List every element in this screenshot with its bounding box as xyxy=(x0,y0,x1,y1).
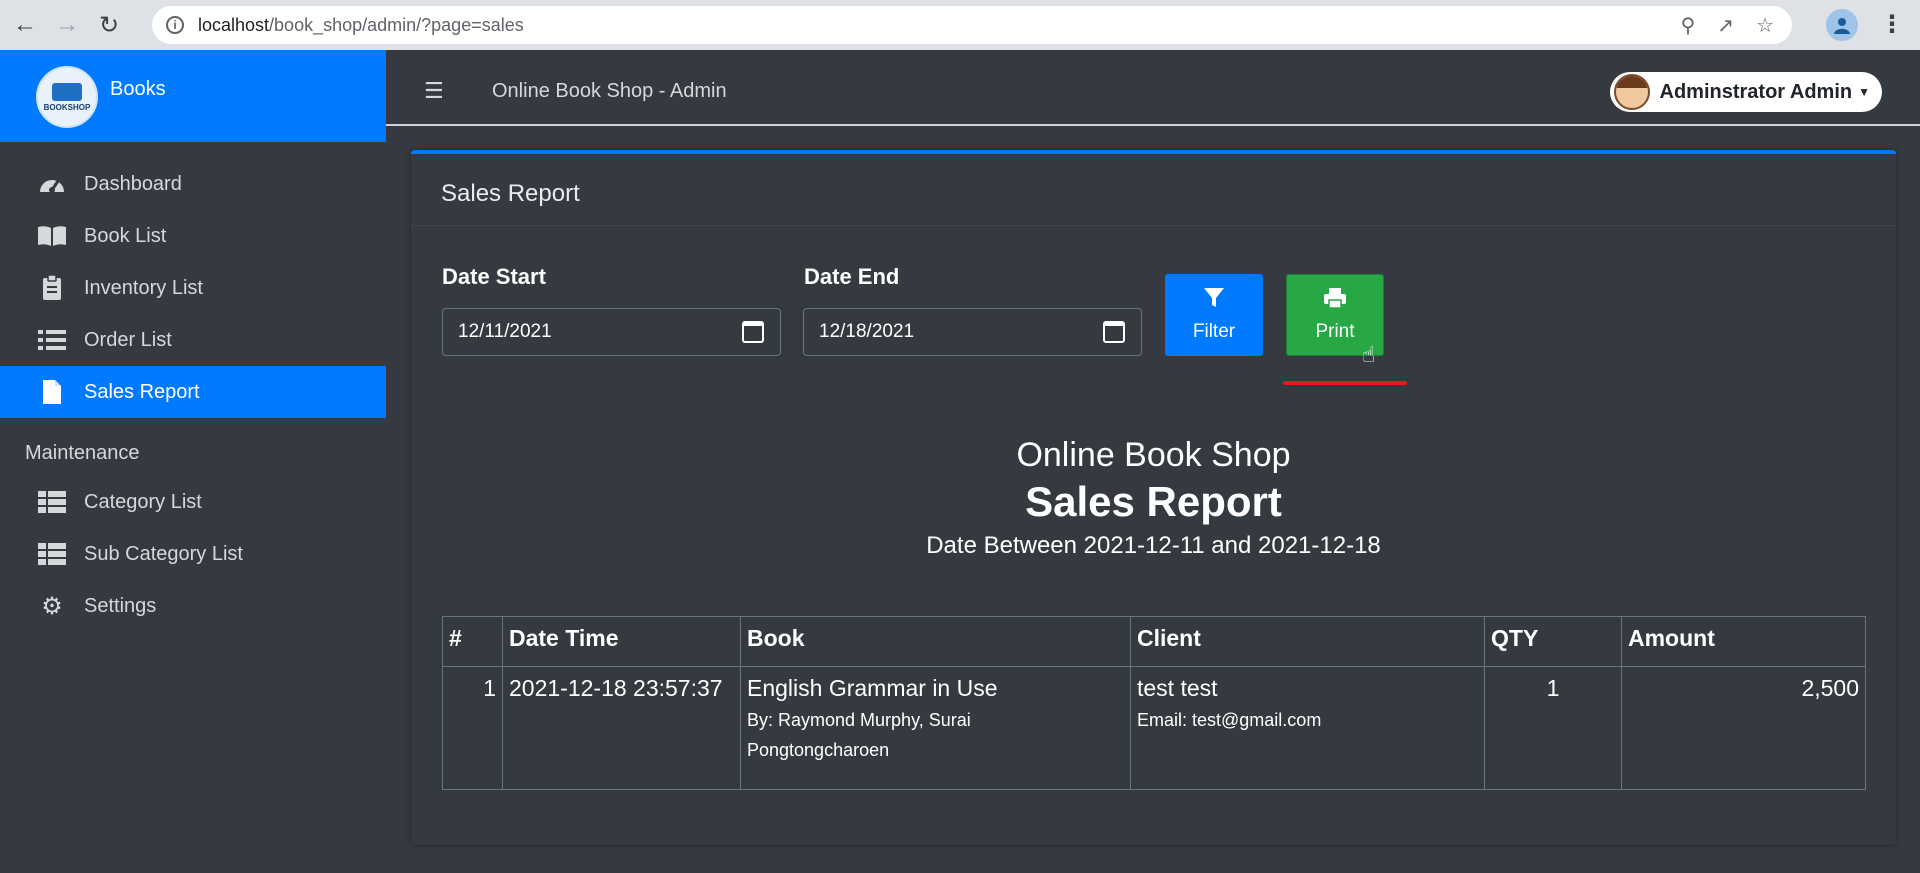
file-icon xyxy=(36,378,68,406)
info-icon[interactable]: i xyxy=(166,16,184,34)
column-header: Date Time xyxy=(502,616,741,667)
app-title: Online Book Shop - Admin xyxy=(492,80,727,102)
user-menu-button[interactable]: Adminstrator Admin ▼ xyxy=(1609,72,1882,112)
date-end-input[interactable]: 12/18/2021 xyxy=(803,308,1142,356)
card-title: Sales Report xyxy=(441,180,580,207)
sidebar-item-book-list[interactable]: Book List xyxy=(0,210,386,262)
browser-toolbar: ← → ↻ i localhost/book_shop/admin/?page=… xyxy=(0,0,1920,50)
brand-name: Books xyxy=(110,78,166,100)
table-list-icon xyxy=(36,488,68,516)
hamburger-icon[interactable]: ☰ xyxy=(424,78,444,104)
print-icon xyxy=(1323,287,1347,315)
table-row: 1 2021-12-18 23:57:37 English Grammar in… xyxy=(442,666,1866,790)
star-icon[interactable]: ☆ xyxy=(1756,13,1774,38)
sidebar-item-label: Inventory List xyxy=(84,276,203,299)
back-icon[interactable]: ← xyxy=(8,8,42,42)
sidebar-item-label: Book List xyxy=(84,224,167,247)
reload-icon[interactable]: ↻ xyxy=(92,8,126,42)
zoom-icon[interactable]: ⚲ xyxy=(1681,13,1696,38)
forward-icon[interactable]: → xyxy=(50,8,84,42)
avatar xyxy=(1613,74,1650,110)
tachometer-icon xyxy=(36,170,68,198)
book-title: English Grammar in Use xyxy=(747,675,998,701)
report-date-range: Date Between 2021-12-11 and 2021-12-18 xyxy=(926,532,1381,559)
column-header: Amount xyxy=(1621,616,1866,667)
url-text: localhost/book_shop/admin/?page=sales xyxy=(198,14,524,35)
card-header: Sales Report xyxy=(411,154,1896,226)
sidebar-item-sales-report[interactable]: Sales Report xyxy=(0,366,386,418)
address-bar[interactable]: i localhost/book_shop/admin/?page=sales … xyxy=(152,6,1792,44)
sidebar-item-label: Sub Category List xyxy=(84,542,243,565)
column-header: # xyxy=(442,616,503,667)
sidebar: BOOKSHOP Books Dashboard Book List Inven… xyxy=(0,50,386,873)
column-header: QTY xyxy=(1484,616,1622,667)
calendar-icon[interactable] xyxy=(1103,321,1125,343)
sidebar-item-label: Sales Report xyxy=(84,380,200,403)
report-title: Sales Report xyxy=(1025,478,1282,525)
print-label: Print xyxy=(1315,321,1355,342)
row-qty: 1 xyxy=(1484,666,1622,790)
date-end-value: 12/18/2021 xyxy=(819,321,915,342)
filter-label: Filter xyxy=(1192,321,1236,342)
column-header: Book xyxy=(740,616,1131,667)
sidebar-item-label: Order List xyxy=(84,328,172,351)
brand-link[interactable]: BOOKSHOP Books xyxy=(0,50,386,142)
brand-logo: BOOKSHOP xyxy=(36,66,98,128)
sales-table: # Date Time Book Client QTY Amount 1 202… xyxy=(442,616,1866,790)
date-start-input[interactable]: 12/11/2021 xyxy=(442,308,781,356)
sidebar-item-category-list[interactable]: Category List xyxy=(0,476,386,528)
row-amount: 2,500 xyxy=(1621,666,1866,790)
filter-button[interactable]: Filter xyxy=(1165,274,1263,356)
sidebar-item-settings[interactable]: ⚙ Settings xyxy=(0,580,386,632)
share-icon[interactable]: ↗ xyxy=(1717,13,1734,38)
user-name: Adminstrator Admin xyxy=(1659,80,1853,103)
sidebar-item-order-list[interactable]: Order List xyxy=(0,314,386,366)
sidebar-item-dashboard[interactable]: Dashboard xyxy=(0,158,386,210)
row-datetime: 2021-12-18 23:57:37 xyxy=(502,666,741,790)
list-icon xyxy=(36,326,68,354)
column-header: Client xyxy=(1130,616,1485,667)
sidebar-item-label: Category List xyxy=(84,490,202,513)
date-start-value: 12/11/2021 xyxy=(458,321,552,342)
top-navbar: ☰ Online Book Shop - Admin Adminstrator … xyxy=(386,50,1920,126)
book-author: By: Raymond Murphy, Surai xyxy=(747,710,971,730)
browser-menu-icon[interactable]: ⋮ xyxy=(1880,10,1904,39)
row-number: 1 xyxy=(442,666,503,790)
date-end-label: Date End xyxy=(804,264,900,289)
calendar-icon[interactable] xyxy=(742,321,764,343)
maintenance-header: Maintenance xyxy=(25,442,140,464)
caret-down-icon: ▼ xyxy=(1858,85,1870,99)
sidebar-item-inventory-list[interactable]: Inventory List xyxy=(0,262,386,314)
book-author-cont: Pongtongcharoen xyxy=(747,740,890,760)
sidebar-item-label: Settings xyxy=(84,594,157,617)
filter-icon xyxy=(1203,287,1225,315)
red-underline-annotation xyxy=(1283,381,1407,385)
hand-pointer-icon: ☝ xyxy=(1362,342,1376,367)
table-header-row: # Date Time Book Client QTY Amount xyxy=(442,616,1866,667)
sidebar-item-sub-category-list[interactable]: Sub Category List xyxy=(0,528,386,580)
report-shop-name: Online Book Shop xyxy=(1016,436,1291,474)
client-name: test test xyxy=(1137,675,1218,701)
client-email: Email: test@gmail.com xyxy=(1137,710,1322,730)
book-icon xyxy=(36,222,68,250)
row-client: test test Email: test@gmail.com xyxy=(1130,666,1485,790)
table-list-icon xyxy=(36,540,68,568)
sidebar-item-label: Dashboard xyxy=(84,172,182,195)
date-start-label: Date Start xyxy=(442,264,546,289)
profile-icon[interactable] xyxy=(1826,9,1858,41)
row-book: English Grammar in Use By: Raymond Murph… xyxy=(740,666,1131,790)
clipboard-icon xyxy=(36,274,68,302)
cogs-icon: ⚙ xyxy=(41,592,63,620)
